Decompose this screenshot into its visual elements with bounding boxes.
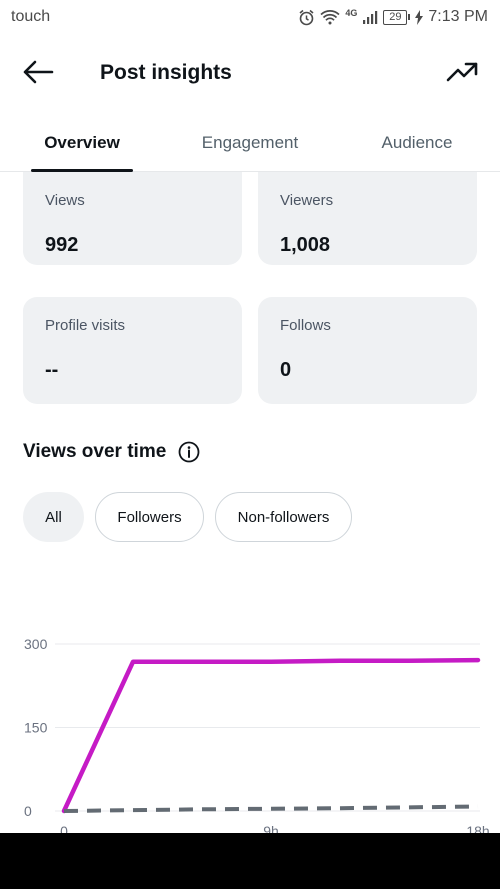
status-bar-icons: 4G 29 7:13 PM — [298, 8, 488, 26]
status-bar-carrier: touch — [11, 8, 51, 25]
info-icon[interactable] — [178, 441, 200, 463]
metric-card-profile-visits: Profile visits -- — [23, 297, 242, 404]
system-nav-bar — [0, 833, 500, 889]
series-line-primary — [61, 657, 481, 814]
x-tick-label: 0 — [60, 823, 68, 833]
section-title-text: Views over time — [23, 441, 167, 462]
page-title: Post insights — [100, 61, 232, 84]
x-tick-label: 9h — [263, 823, 279, 833]
charging-icon — [415, 9, 424, 25]
series-line-secondary — [63, 804, 479, 813]
y-tick-label: 300 — [24, 636, 48, 652]
metric-card-views: Views 992 — [23, 172, 242, 265]
y-tick-label: 0 — [24, 803, 32, 819]
filter-chip-all[interactable]: All — [23, 492, 84, 542]
network-type-label: 4G — [345, 8, 358, 18]
tab-audience[interactable]: Audience — [366, 118, 468, 172]
y-tick-label: 150 — [24, 720, 48, 736]
metric-card-follows: Follows 0 — [258, 297, 477, 404]
filter-chip-followers[interactable]: Followers — [95, 492, 204, 542]
alarm-icon — [298, 9, 315, 26]
trends-button[interactable] — [440, 54, 484, 94]
status-bar-time: 7:13 PM — [428, 8, 488, 25]
arrow-left-icon — [22, 60, 54, 89]
metric-value: 992 — [45, 234, 79, 256]
battery-level: 29 — [383, 9, 408, 25]
views-over-time-heading: Views over time — [23, 441, 200, 463]
tab-engagement[interactable]: Engagement — [186, 118, 314, 172]
wifi-icon — [320, 9, 340, 25]
metric-label: Profile visits — [45, 317, 126, 334]
metric-label: Follows — [280, 317, 331, 334]
back-button[interactable] — [16, 54, 60, 94]
filter-chip-non-followers[interactable]: Non-followers — [215, 492, 352, 542]
views-chart: 0 150 300 0 9h 18h — [0, 620, 500, 833]
views-chart-svg: 0 150 300 0 9h 18h — [24, 636, 490, 833]
battery-icon: 29 — [383, 9, 411, 25]
insights-tabs: Overview Engagement Audience — [0, 118, 500, 172]
metric-value: 1,008 — [280, 234, 331, 256]
metric-value: 0 — [280, 359, 292, 381]
signal-icon — [362, 9, 378, 25]
metric-card-viewers: Viewers 1,008 — [258, 172, 477, 265]
metric-value: -- — [45, 359, 59, 381]
metric-label: Viewers — [280, 192, 334, 209]
status-bar: touch 4G 29 7:13 PM — [0, 0, 500, 34]
metrics-grid: Views 992 Viewers 1,008 Profile visits -… — [0, 172, 500, 412]
app-bar: Post insights — [0, 44, 500, 102]
x-tick-label: 18h — [466, 823, 489, 833]
tab-overview[interactable]: Overview — [31, 118, 133, 172]
trending-up-icon — [446, 62, 478, 87]
metric-label: Views — [45, 192, 85, 209]
